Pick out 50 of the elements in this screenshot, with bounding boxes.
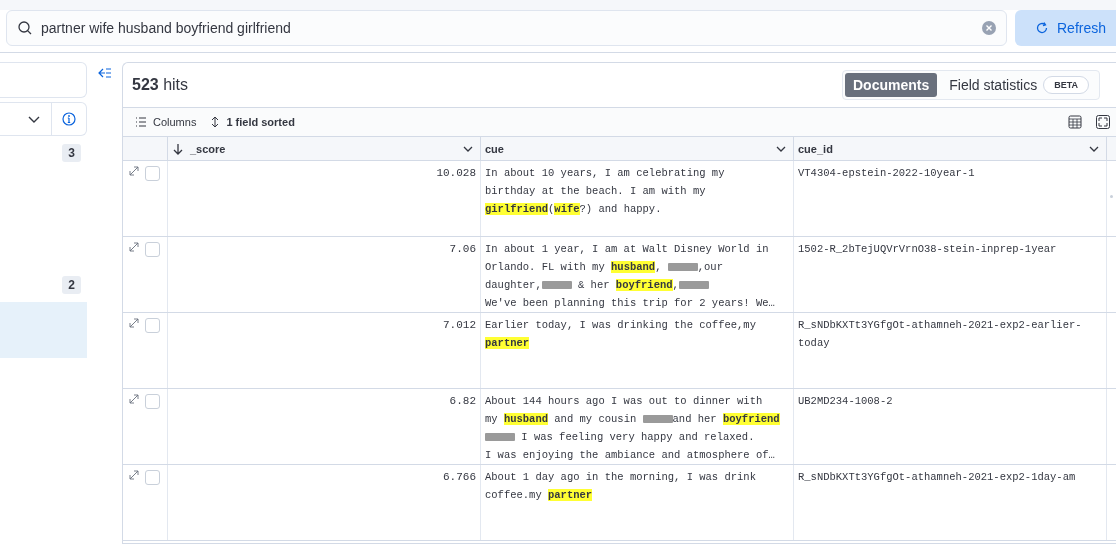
row-checkbox[interactable] [145, 470, 160, 485]
column-header[interactable]: cue [481, 137, 794, 160]
table-cell-text: Earlier today, I was drinking the coffee,my partner [485, 318, 757, 351]
table-cell: 7.012 [443, 319, 476, 331]
sidebar-item[interactable]: 2 [0, 274, 87, 296]
expand-icon[interactable] [129, 470, 139, 480]
refresh-button[interactable]: Refresh [1015, 10, 1116, 46]
expand-icon[interactable] [129, 166, 139, 176]
column-header[interactable]: _score [168, 137, 481, 160]
row-checkbox[interactable] [145, 166, 160, 181]
row-checkbox[interactable] [145, 318, 160, 333]
view-tab[interactable]: Documents [845, 73, 938, 97]
view-tab[interactable]: Field statistics BETA [941, 73, 1097, 97]
clear-icon[interactable] [982, 21, 996, 35]
expand-icon[interactable] [129, 242, 139, 252]
table-cell-text: R_sNDbKXTt3YGfgOt-athamneh-2021-exp2-1day-am [798, 470, 1077, 485]
count-badge: 2 [62, 276, 81, 294]
row-checkbox[interactable] [145, 394, 160, 409]
table-cell: 7.06 [449, 243, 476, 255]
sort-button[interactable]: 1 field sorted [210, 116, 295, 128]
table-cell: 6.82 [449, 395, 476, 407]
collapse-icon[interactable] [97, 67, 112, 79]
table-cell-text: About 1 day ago in the morning, I was drink coffee.my partner [485, 470, 757, 503]
count-badge: 3 [62, 144, 81, 162]
table-cell-text: About 144 hours ago I was out to dinner with my husband and my cousin and her boyfriend I was feeling very happy and relaxed. I was enjoying the ambiance and atmosphere of… [485, 394, 781, 463]
table-cell-text: 1502-R_2bTejUQVrVrnO38-stein-inprep-1year [798, 242, 1058, 257]
expand-icon[interactable] [129, 394, 139, 404]
columns-button[interactable]: Columns [135, 116, 197, 128]
table-cell: 6.766 [443, 471, 476, 483]
search-field[interactable]: partner wife husband boyfriend girlfriend [6, 10, 1007, 46]
grid-icon[interactable] [1068, 115, 1082, 129]
column-header[interactable]: cue_id [794, 137, 1107, 160]
sort-icon [210, 116, 221, 128]
table-cell-text: VT4304-epstein-2022-10year-1 [798, 166, 976, 181]
search-icon [17, 20, 33, 36]
sidebar-item[interactable]: 3 [0, 142, 87, 164]
info-icon[interactable] [62, 112, 76, 126]
field-search-box[interactable] [0, 62, 87, 98]
table-cell-text: In about 1 year, I am at Walt Disney World in Orlando. FL with my husband, ,our daughter, & her boyfriend, We've been planning this trip for 2 years! We… [485, 242, 776, 311]
row-checkbox[interactable] [145, 242, 160, 257]
table-cell-text: R_sNDbKXTt3YGfgOt-athamneh-2021-exp2-earlier-today [798, 318, 1083, 351]
search-input[interactable]: partner wife husband boyfriend girlfriend [41, 20, 974, 36]
hits-count: 523 hits [132, 76, 189, 94]
fullscreen-icon[interactable] [1096, 115, 1110, 129]
table-cell: 10.028 [436, 167, 476, 179]
expand-icon[interactable] [129, 318, 139, 328]
refresh-icon [1035, 21, 1049, 35]
table-cell-text: UB2MD234-1008-2 [798, 394, 894, 409]
field-type-dropdown[interactable] [0, 102, 87, 136]
list-icon [135, 117, 147, 127]
